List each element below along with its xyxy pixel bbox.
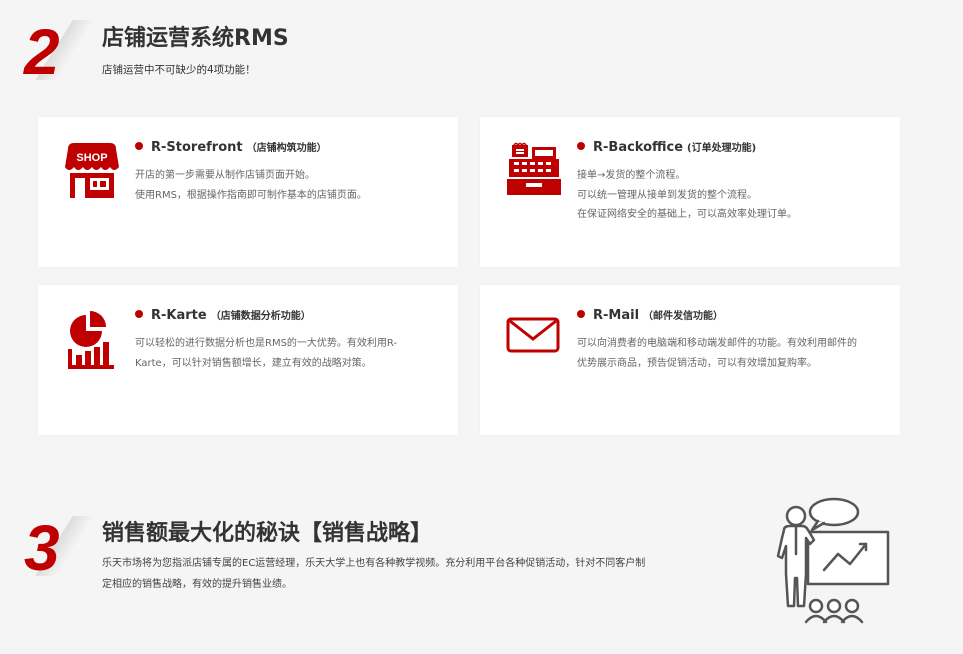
card-title-text: R-Backoffice <box>593 140 684 155</box>
section-number: 3 <box>24 512 60 584</box>
card-title: R-Mail （邮件发信功能） <box>577 307 723 323</box>
desc-line: Karte，可以针对销售额增长，建立有效的战略对策。 <box>135 357 372 369</box>
desc-line: 可以轻松的进行数据分析也是RMS的一大优势。有效利用R- <box>135 338 398 349</box>
desc-line: 在保证网络安全的基础上，可以高效率处理订单。 <box>577 209 797 220</box>
card-title-text: R-Karte <box>151 308 207 323</box>
card-description: 开店的第一步需要从制作店铺页面开始。 使用RMS，根据操作指南即可制作基本的店铺… <box>135 166 435 205</box>
card-title-note: （店铺数据分析功能） <box>210 311 311 322</box>
feature-card-storefront: SHOP R-Storefront （店铺构筑功能） 开店的第一步需要从制作店铺页… <box>38 117 458 267</box>
desc-line: 定相应的销售战略，有效的提升销售业绩。 <box>102 579 292 590</box>
section-title: 店铺运营系统RMS <box>102 26 289 51</box>
feature-card-mail: R-Mail （邮件发信功能） 可以向消费者的电脑端和移动端发邮件的功能。有效利用… <box>480 285 900 435</box>
card-description: 可以向消费者的电脑端和移动端发邮件的功能。有效利用邮件的 优势展示商品，预告促销… <box>577 334 877 373</box>
section-title: 销售额最大化的秘诀【销售战略】 <box>102 521 433 546</box>
shop-icon-text: SHOP <box>76 152 107 164</box>
card-title-text: R-Storefront <box>151 140 243 155</box>
bullet-dot <box>135 310 143 318</box>
feature-card-karte: R-Karte （店铺数据分析功能） 可以轻松的进行数据分析也是RMS的一大优势。… <box>38 285 458 435</box>
desc-line: 优势展示商品，预告促销活动，可以有效增加复购率。 <box>577 357 817 369</box>
card-title-note: (订单处理功能) <box>687 143 757 154</box>
desc-line: 接单→发货的整个流程。 <box>577 170 686 181</box>
shop-icon: SHOP <box>62 141 122 201</box>
analytics-chart-icon <box>62 309 122 369</box>
bullet-dot <box>577 310 585 318</box>
presenter-icon <box>770 494 900 624</box>
desc-line: 使用RMS，根据操作指南即可制作基本的店铺页面。 <box>135 189 367 201</box>
card-description: 可以轻松的进行数据分析也是RMS的一大优势。有效利用R- Karte，可以针对销… <box>135 334 435 373</box>
section-subtitle: 店铺运营中不可缺少的4项功能！ <box>102 64 256 76</box>
bullet-dot <box>135 142 143 150</box>
feature-card-backoffice: R-Backoffice (订单处理功能) 接单→发货的整个流程。 可以统一管理从… <box>480 117 900 267</box>
desc-line: 可以向消费者的电脑端和移动端发邮件的功能。有效利用邮件的 <box>577 338 857 349</box>
card-title: R-Karte （店铺数据分析功能） <box>135 307 311 323</box>
mail-icon <box>504 309 564 369</box>
section-number: 2 <box>24 16 60 88</box>
desc-line: 乐天市场将为您指派店铺专属的EC运营经理，乐天大学上也有各种教学视频。充分利用平… <box>102 558 646 569</box>
desc-line: 可以统一管理从接单到发货的整个流程。 <box>577 189 757 201</box>
desc-line: 开店的第一步需要从制作店铺页面开始。 <box>135 170 315 181</box>
card-title-text: R-Mail <box>593 308 640 323</box>
card-title-note: （邮件发信功能） <box>643 311 724 322</box>
card-description: 接单→发货的整个流程。 可以统一管理从接单到发货的整个流程。 在保证网络安全的基… <box>577 166 877 225</box>
card-title: R-Storefront （店铺构筑功能） <box>135 139 327 155</box>
bullet-dot <box>577 142 585 150</box>
cash-register-icon <box>504 141 564 201</box>
card-title: R-Backoffice (订单处理功能) <box>577 139 756 155</box>
section-description: 乐天市场将为您指派店铺专属的EC运营经理，乐天大学上也有各种教学视频。充分利用平… <box>102 553 722 595</box>
card-title-note: （店铺构筑功能） <box>246 143 327 154</box>
